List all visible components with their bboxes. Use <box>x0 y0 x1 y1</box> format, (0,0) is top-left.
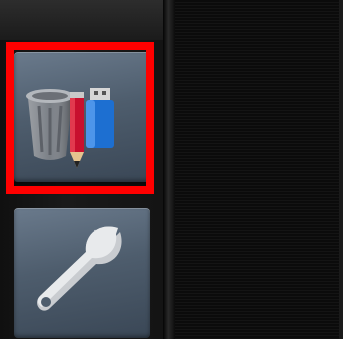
tile-divider-shadow <box>14 182 150 196</box>
panel-edge <box>339 0 343 339</box>
sidebar-item-settings[interactable] <box>14 208 150 338</box>
trash-pencil-usb-icon <box>26 88 114 168</box>
wrench-icon <box>37 226 122 311</box>
sidebar-divider <box>163 0 175 339</box>
app-screen <box>0 0 343 339</box>
content-panel <box>175 0 343 339</box>
sidebar <box>0 0 163 339</box>
sidebar-top-shelf <box>0 0 163 40</box>
sidebar-item-cleanup[interactable] <box>14 52 150 182</box>
